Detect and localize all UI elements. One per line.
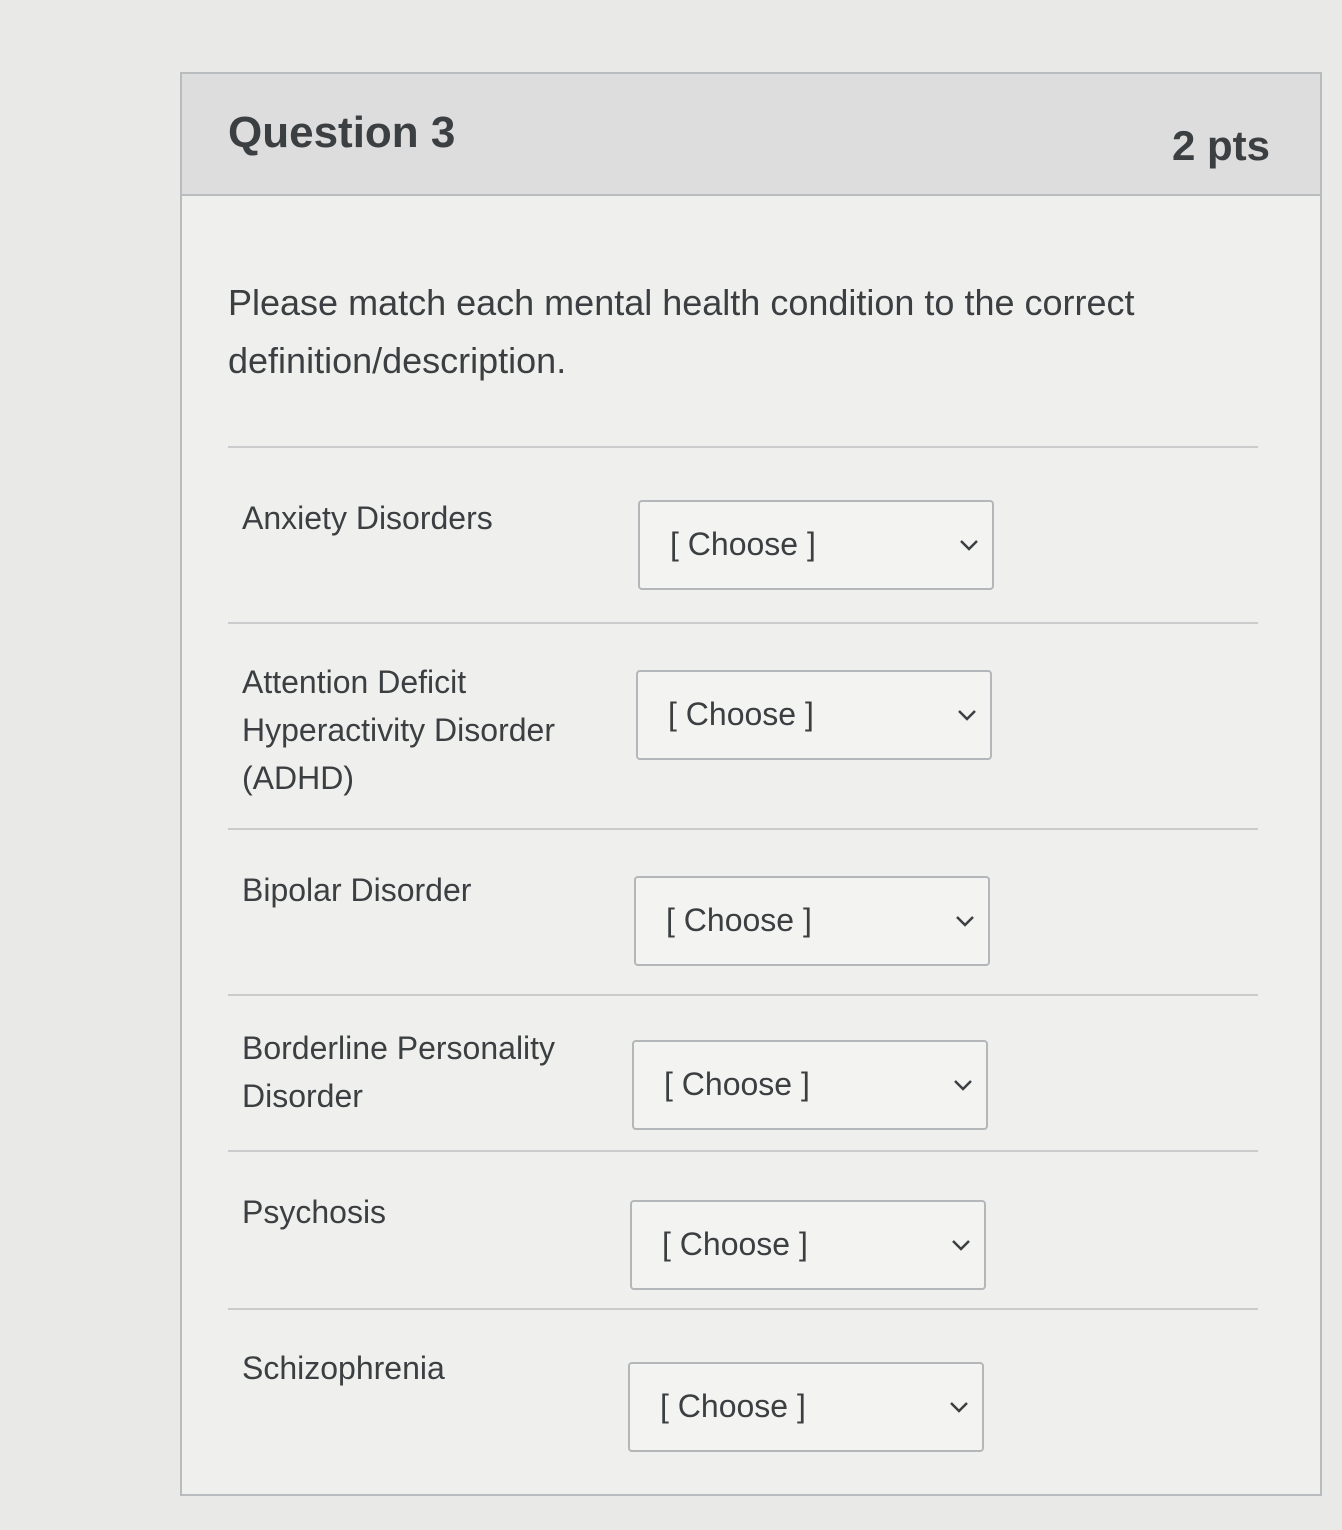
row-divider — [228, 1308, 1258, 1310]
question-title: Question 3 — [228, 108, 456, 157]
chevron-down-icon — [954, 1080, 972, 1091]
answer-label-schizophrenia: Schizophrenia — [242, 1350, 445, 1386]
answer-label-psychosis: Psychosis — [242, 1194, 387, 1230]
answer-select-schizophrenia[interactable]: [ Choose ] — [628, 1362, 984, 1452]
chevron-down-icon — [958, 710, 976, 721]
row-divider — [228, 994, 1258, 996]
select-value: [ Choose ] — [666, 902, 812, 938]
row-divider — [228, 828, 1258, 830]
question-header: Question 3 2 pts — [182, 74, 1320, 196]
answer-label-borderline-personality-disorder: Borderline Personality Disorder — [242, 1030, 556, 1114]
select-value: [ Choose ] — [664, 1066, 810, 1102]
answer-label-bipolar-disorder: Bipolar Disorder — [242, 872, 472, 908]
chevron-down-icon — [960, 540, 978, 551]
row-divider — [228, 446, 1258, 448]
answer-select-bipolar-disorder[interactable]: [ Choose ] — [634, 876, 990, 966]
answer-label-anxiety-disorders: Anxiety Disorders — [242, 500, 493, 536]
chevron-down-icon — [950, 1402, 968, 1413]
answer-label-adhd: Attention Deficit Hyperactivity Disorder… — [242, 664, 555, 796]
select-value: [ Choose ] — [662, 1226, 808, 1262]
answer-select-anxiety-disorders[interactable]: [ Choose ] — [638, 500, 994, 590]
question-card: Question 3 2 pts Please match each menta… — [180, 72, 1322, 1496]
select-value: [ Choose ] — [670, 526, 816, 562]
select-value: [ Choose ] — [668, 696, 814, 732]
answer-select-borderline-personality-disorder[interactable]: [ Choose ] — [632, 1040, 988, 1130]
answer-select-adhd[interactable]: [ Choose ] — [636, 670, 992, 760]
answer-select-psychosis[interactable]: [ Choose ] — [630, 1200, 986, 1290]
row-divider — [228, 1150, 1258, 1152]
select-value: [ Choose ] — [660, 1388, 806, 1424]
question-points: 2 pts — [1171, 122, 1270, 169]
question-prompt: Please match each mental health conditio… — [228, 282, 1135, 381]
chevron-down-icon — [956, 916, 974, 927]
row-divider — [228, 622, 1258, 624]
chevron-down-icon — [952, 1240, 970, 1251]
